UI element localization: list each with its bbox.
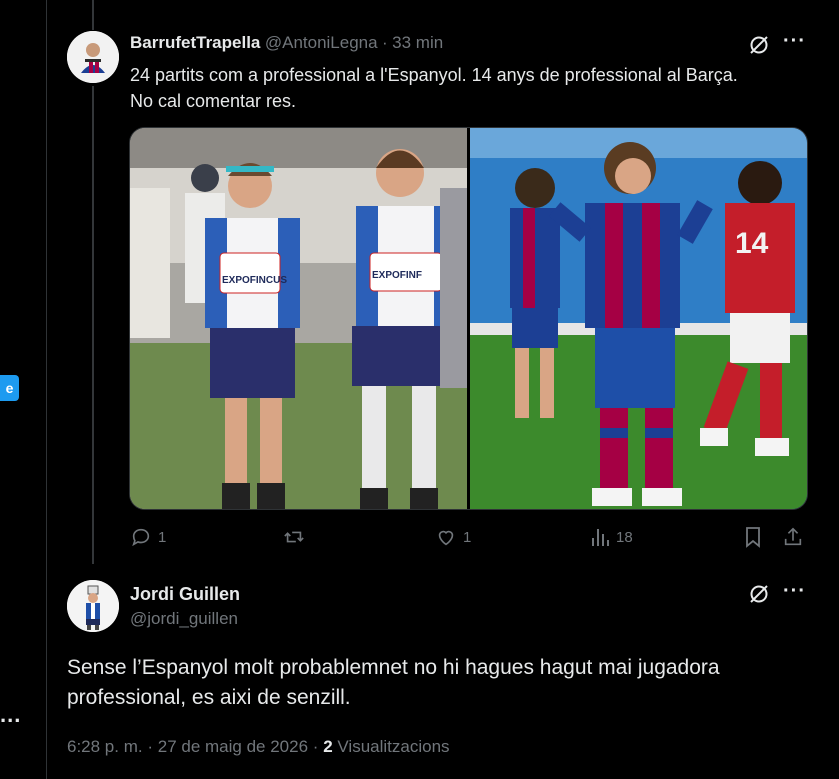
reply-button[interactable]: 1 [130,526,166,548]
media-photo-left: EXPOFINCUS EXPOFINF [130,128,467,509]
thread-line [92,86,94,564]
tweet-action-bar: 1 1 18 [130,526,810,550]
reply-avatar[interactable] [67,580,119,632]
heart-icon [438,530,454,546]
left-rail-more-button[interactable]: ... [0,702,21,728]
like-button[interactable]: 1 [435,526,471,548]
media-shirt-number: 14 [735,227,769,260]
views-icon [592,529,609,546]
column-divider [46,0,47,779]
reply-views-count: 2 [323,737,333,756]
grok-icon[interactable] [748,583,770,610]
share-icon [784,527,802,546]
header-separator: · [382,33,388,52]
reply-user-handle[interactable]: @jordi_guillen [130,609,238,629]
reply-time[interactable]: 6:28 p. m. [67,737,143,756]
user-handle[interactable]: @AntoniLegna [265,33,378,52]
tweet-text-line: No cal comentar res. [130,91,297,111]
more-icon[interactable]: ··· [783,30,806,53]
reply-date[interactable]: 27 de maig de 2026 [158,737,308,756]
media-photo-right: 14 [470,128,807,509]
more-icon[interactable]: ··· [783,580,806,603]
reply-text: Sense l’Espanyol molt probablemnet no hi… [67,653,827,713]
tweet-header: BarrufetTrapella @AntoniLegna · 33 min [130,33,443,53]
meta-separator: · [147,737,154,756]
media-sponsor-text: EXPOFINCUS [222,275,287,286]
meta-separator: · [312,737,319,756]
retweet-button[interactable] [282,526,312,548]
views-count: 18 [616,528,633,546]
views-button[interactable]: 18 [590,526,633,548]
display-name[interactable]: BarrufetTrapella [130,33,260,52]
bookmark-button[interactable] [743,526,769,548]
left-navigation-rail: e ... [0,0,46,779]
reply-text-line: professional, es aixi de senzill. [67,686,351,709]
like-count: 1 [463,528,472,546]
tweet-time[interactable]: 33 min [392,33,443,52]
bookmark-icon [746,527,760,548]
reply-metadata: 6:28 p. m. · 27 de maig de 2026 · 2 Visu… [67,737,450,757]
media-sponsor-text-2: EXPOFINF [372,270,422,281]
retweet-icon [284,531,304,543]
reply-count: 1 [158,528,167,546]
reply-icon [132,528,150,547]
reply-views-label: Visualitzacions [337,737,450,756]
thread-line-top [92,0,94,30]
share-button[interactable] [782,526,810,548]
avatar[interactable] [67,31,119,83]
reply-display-name[interactable]: Jordi Guillen [130,584,240,605]
tweet-text-line: 24 partits com a professional a l'Espany… [130,65,738,85]
tweet-text: 24 partits com a professional a l'Espany… [130,62,820,114]
tweet-media[interactable]: EXPOFINCUS EXPOFINF 14 [129,127,808,510]
grok-icon[interactable] [748,34,770,61]
reply-text-line: Sense l’Espanyol molt probablemnet no hi… [67,656,720,679]
left-rail-badge[interactable]: e [0,375,19,401]
